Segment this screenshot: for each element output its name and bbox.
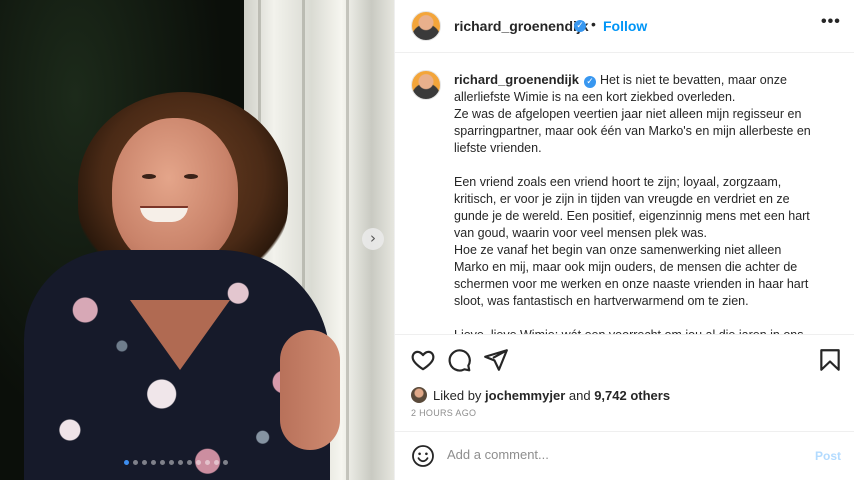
carousel-dot (142, 460, 147, 465)
verified-icon: ✓ (574, 20, 586, 32)
likes-prefix: Liked by (433, 387, 482, 403)
share-button[interactable] (483, 347, 509, 373)
heart-icon (411, 350, 435, 371)
post-header: richard_groenendijk ✓ • Follow ••• (395, 0, 854, 53)
carousel-dot (160, 460, 165, 465)
carousel-dots (124, 460, 228, 465)
caption: richard_groenendijk ✓ Het is niet te bevat… (454, 71, 826, 334)
verified-icon: ✓ (583, 76, 596, 88)
comment-bar: Post (395, 431, 854, 480)
caption-scroll-area[interactable]: richard_groenendijk ✓ Het is niet te bevat… (395, 54, 854, 334)
chevron-right-icon: › (370, 229, 376, 247)
carousel-dot (205, 460, 210, 465)
photo-face (112, 118, 238, 268)
photo-arm (280, 330, 340, 450)
post-comment-button[interactable]: Post (815, 449, 841, 463)
carousel-dot (214, 460, 219, 465)
likes-summary: Liked by jochemmyjer and 9,742 others (411, 387, 670, 403)
carousel-dot (223, 460, 228, 465)
carousel-dot (133, 460, 138, 465)
caption-username[interactable]: richard_groenendijk (454, 72, 579, 87)
liker-avatar[interactable] (411, 387, 427, 403)
carousel-dot (187, 460, 192, 465)
action-bar (395, 334, 854, 384)
header-username[interactable]: richard_groenendijk (454, 18, 589, 34)
carousel-dot (151, 460, 156, 465)
liked-by-user[interactable]: jochemmyjer (485, 388, 565, 403)
photo-eye-left (142, 174, 156, 179)
carousel-dot (169, 460, 174, 465)
carousel-dot (178, 460, 183, 465)
emoji-icon[interactable] (411, 444, 435, 468)
caption-avatar[interactable] (411, 70, 441, 100)
like-button[interactable] (410, 347, 436, 373)
likes-and: and (568, 387, 591, 403)
photo-eye-right (184, 174, 198, 179)
post-timestamp[interactable]: 2 HOURS AGO (411, 408, 476, 418)
share-icon (484, 349, 508, 371)
more-options-icon[interactable]: ••• (821, 13, 841, 31)
likes-others-link[interactable]: 9,742 others (594, 388, 670, 403)
carousel-next-button[interactable]: › (362, 228, 384, 250)
post-media[interactable]: › (0, 0, 394, 480)
comment-input[interactable] (447, 447, 787, 462)
caption-text: Het is niet te bevatten, maar onze aller… (454, 73, 811, 334)
save-button[interactable] (817, 347, 843, 373)
post-detail-panel: richard_groenendijk ✓ • Follow ••• richa… (394, 0, 854, 480)
comment-icon (448, 349, 471, 372)
carousel-dot (124, 460, 129, 465)
avatar[interactable] (411, 11, 441, 41)
header-separator: • (591, 16, 596, 32)
follow-button[interactable]: Follow (603, 18, 647, 34)
comment-button[interactable] (446, 347, 472, 373)
carousel-dot (196, 460, 201, 465)
bookmark-icon (820, 349, 840, 371)
